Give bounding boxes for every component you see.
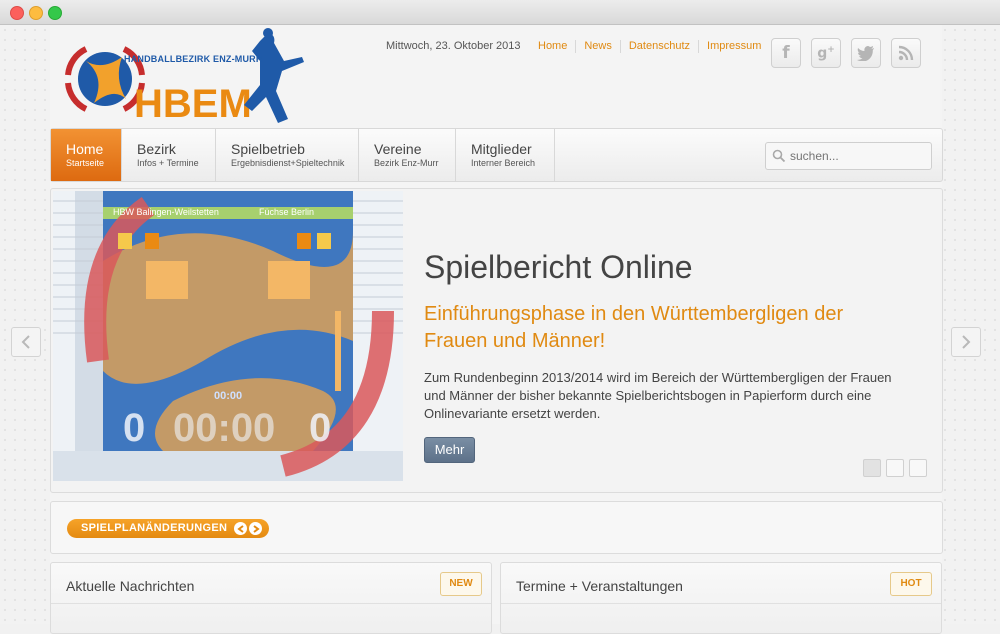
nav-sublabel-home: Startseite [66, 158, 105, 168]
top-links: Home News Datenschutz Impressum [530, 40, 769, 53]
nav-label-mitglieder: Mitglieder [471, 141, 532, 157]
slide-indicator-1[interactable] [863, 459, 881, 477]
close-window-button[interactable] [10, 6, 24, 20]
slider-prev-button[interactable] [11, 327, 41, 357]
hbem-logo-graphic: HBEM [65, 28, 304, 126]
ticker-prev-button[interactable] [234, 522, 247, 535]
slide-indicator-3[interactable] [909, 459, 927, 477]
slider-next-button[interactable] [951, 327, 981, 357]
panel-divider [501, 603, 941, 604]
slide-text: Zum Rundenbeginn 2013/2014 wird im Berei… [424, 370, 892, 421]
nav-sublabel-bezirk: Infos + Termine [137, 158, 199, 168]
nav-sublabel-spielbetrieb: Ergebnisdienst+Spieltechnik [231, 158, 345, 168]
chevron-left-icon [21, 335, 30, 349]
more-button[interactable]: Mehr [424, 437, 475, 463]
hot-badge: HOT [890, 572, 932, 596]
chevron-left-icon [236, 524, 244, 533]
nav-sublabel-vereine: Bezirk Enz-Murr [374, 158, 439, 168]
top-link-impressum[interactable]: Impressum [698, 40, 769, 53]
page-background: HBEM HANDBALLBEZIRK ENZ-MURR Mittwoch, 2… [0, 25, 1000, 634]
nav-item-vereine[interactable]: Vereine Bezirk Enz-Murr [359, 129, 456, 181]
events-panel-title: Termine + Veranstaltungen [516, 578, 683, 594]
ticker-next-button[interactable] [249, 522, 262, 535]
logo-tagline: HANDBALLBEZIRK ENZ-MURR [124, 54, 263, 64]
search-icon [772, 149, 786, 163]
twitter-icon [857, 45, 874, 61]
news-ticker: SPIELPLANÄNDERUNGEN [50, 501, 943, 554]
maximize-window-button[interactable] [48, 6, 62, 20]
scoreboard-team-away: Füchse Berlin [259, 207, 315, 217]
slide-subtitle: Einführungsphase in den Württembergligen… [424, 303, 844, 352]
ticker-label-text: SPIELPLANÄNDERUNGEN [81, 522, 228, 534]
rss-icon [898, 45, 914, 61]
nav-label-home: Home [66, 141, 104, 157]
scoreboard-small-clock: 00:00 [214, 390, 243, 402]
nav-label-spielbetrieb: Spielbetrieb [231, 141, 305, 157]
google-plus-icon: g+ [817, 44, 835, 62]
news-panel: Aktuelle Nachrichten NEW [50, 562, 492, 634]
slide-image[interactable]: HBW Balingen-Weilstetten Füchse Berlin 0… [53, 191, 403, 481]
events-panel: Termine + Veranstaltungen HOT [500, 562, 942, 634]
slide-title: Spielbericht Online [424, 249, 693, 285]
slide-indicator-2[interactable] [886, 459, 904, 477]
ticker-label[interactable]: SPIELPLANÄNDERUNGEN [67, 519, 269, 538]
main-navigation: Home Startseite Bezirk Infos + Termine S… [50, 128, 943, 182]
nav-item-spielbetrieb[interactable]: Spielbetrieb Ergebnisdienst+Spieltechnik [216, 129, 359, 181]
nav-sublabel-mitglieder: Interner Bereich [471, 158, 536, 168]
chevron-right-icon [252, 524, 260, 533]
top-link-datenschutz[interactable]: Datenschutz [619, 40, 698, 53]
nav-label-vereine: Vereine [374, 141, 422, 157]
new-badge: NEW [440, 572, 482, 596]
window-titlebar [0, 0, 1000, 25]
google-plus-button[interactable]: g+ [811, 38, 841, 68]
minimize-window-button[interactable] [29, 6, 43, 20]
site-logo[interactable]: HBEM HANDBALLBEZIRK ENZ-MURR [56, 27, 316, 127]
facebook-icon: f [782, 43, 790, 63]
search-input[interactable] [790, 147, 925, 165]
search-box [765, 142, 932, 170]
featured-slider: HBW Balingen-Weilstetten Füchse Berlin 0… [50, 188, 943, 493]
scoreboard-clock: 00:00 [173, 406, 276, 450]
news-panel-title: Aktuelle Nachrichten [66, 578, 195, 594]
top-link-home[interactable]: Home [530, 40, 575, 53]
chevron-right-icon [962, 335, 971, 349]
scoreboard-score-away: 0 [309, 406, 332, 450]
scoreboard-team-home: HBW Balingen-Weilstetten [113, 207, 219, 217]
top-link-news[interactable]: News [575, 40, 620, 53]
nav-item-home[interactable]: Home Startseite [51, 129, 122, 181]
nav-item-mitglieder[interactable]: Mitglieder Interner Bereich [456, 129, 555, 181]
rss-button[interactable] [891, 38, 921, 68]
scoreboard-score-home: 0 [123, 406, 146, 450]
panel-divider [51, 603, 491, 604]
nav-label-bezirk: Bezirk [137, 141, 176, 157]
site-container: HBEM HANDBALLBEZIRK ENZ-MURR Mittwoch, 2… [50, 25, 943, 634]
twitter-button[interactable] [851, 38, 881, 68]
facebook-button[interactable]: f [771, 38, 801, 68]
current-date: Mittwoch, 23. Oktober 2013 [386, 40, 521, 52]
nav-item-bezirk[interactable]: Bezirk Infos + Termine [122, 129, 216, 181]
svg-text:HBEM: HBEM [134, 82, 252, 126]
